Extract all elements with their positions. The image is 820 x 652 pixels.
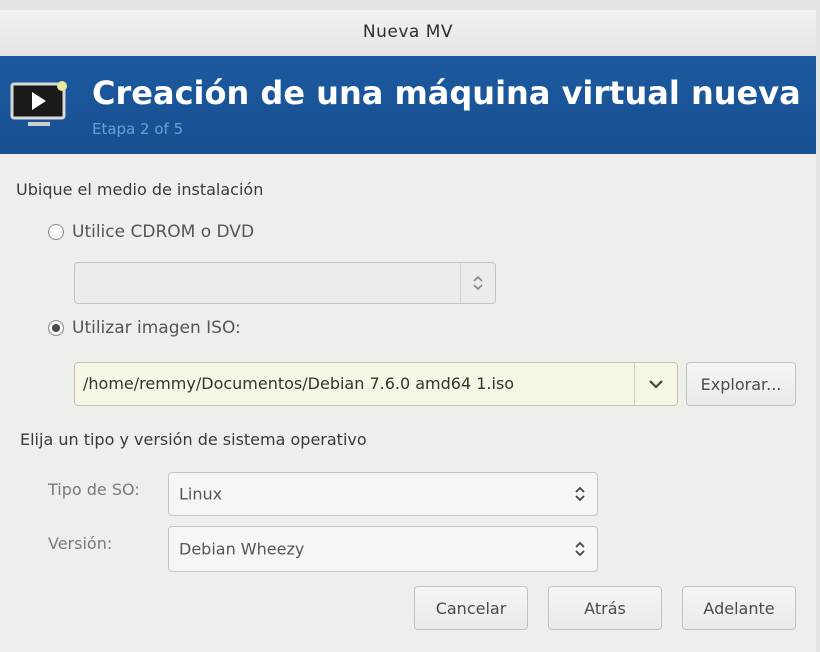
- iso-path-input[interactable]: /home/remmy/Documentos/Debian 7.6.0 amd6…: [83, 374, 514, 393]
- iso-radio[interactable]: [48, 320, 64, 336]
- wizard-step: Etapa 2 of 5: [92, 120, 184, 138]
- cdrom-radio[interactable]: [48, 224, 64, 240]
- new-vm-dialog: Nueva MV Creación de una máquina virtual…: [0, 10, 816, 652]
- up-down-arrows-icon: [460, 263, 495, 303]
- os-type-select[interactable]: Linux: [168, 472, 598, 516]
- back-button[interactable]: Atrás: [548, 586, 662, 630]
- version-value: Debian Wheezy: [179, 539, 305, 559]
- cancel-button[interactable]: Cancelar: [414, 586, 528, 630]
- cdrom-radio-label: Utilice CDROM o DVD: [72, 222, 255, 242]
- cdrom-select[interactable]: [74, 262, 496, 304]
- os-type-value: Linux: [179, 484, 223, 504]
- iso-radio-label: Utilizar imagen ISO:: [72, 318, 241, 338]
- os-type-label: Tipo de SO:: [48, 480, 140, 499]
- version-label: Versión:: [48, 534, 113, 553]
- window-title: Nueva MV: [362, 22, 454, 42]
- cdrom-radio-option[interactable]: Utilice CDROM o DVD: [48, 222, 254, 242]
- title-bar[interactable]: Nueva MV: [0, 10, 816, 57]
- forward-button[interactable]: Adelante: [682, 586, 796, 630]
- up-down-arrows-icon: [563, 527, 597, 571]
- install-media-label: Ubique el medio de instalación: [16, 180, 264, 199]
- wizard-heading: Creación de una máquina virtual nueva: [92, 74, 801, 112]
- iso-radio-option[interactable]: Utilizar imagen ISO:: [48, 318, 241, 338]
- iso-path-combo[interactable]: /home/remmy/Documentos/Debian 7.6.0 amd6…: [74, 362, 678, 406]
- chevron-down-icon[interactable]: [634, 363, 677, 405]
- browse-button[interactable]: Explorar...: [686, 362, 796, 406]
- up-down-arrows-icon: [563, 473, 597, 515]
- os-section-label: Elija un tipo y versión de sistema opera…: [20, 430, 367, 449]
- monitor-play-icon: [10, 81, 67, 126]
- version-select[interactable]: Debian Wheezy: [168, 526, 598, 572]
- wizard-banner: Creación de una máquina virtual nueva Et…: [0, 56, 816, 154]
